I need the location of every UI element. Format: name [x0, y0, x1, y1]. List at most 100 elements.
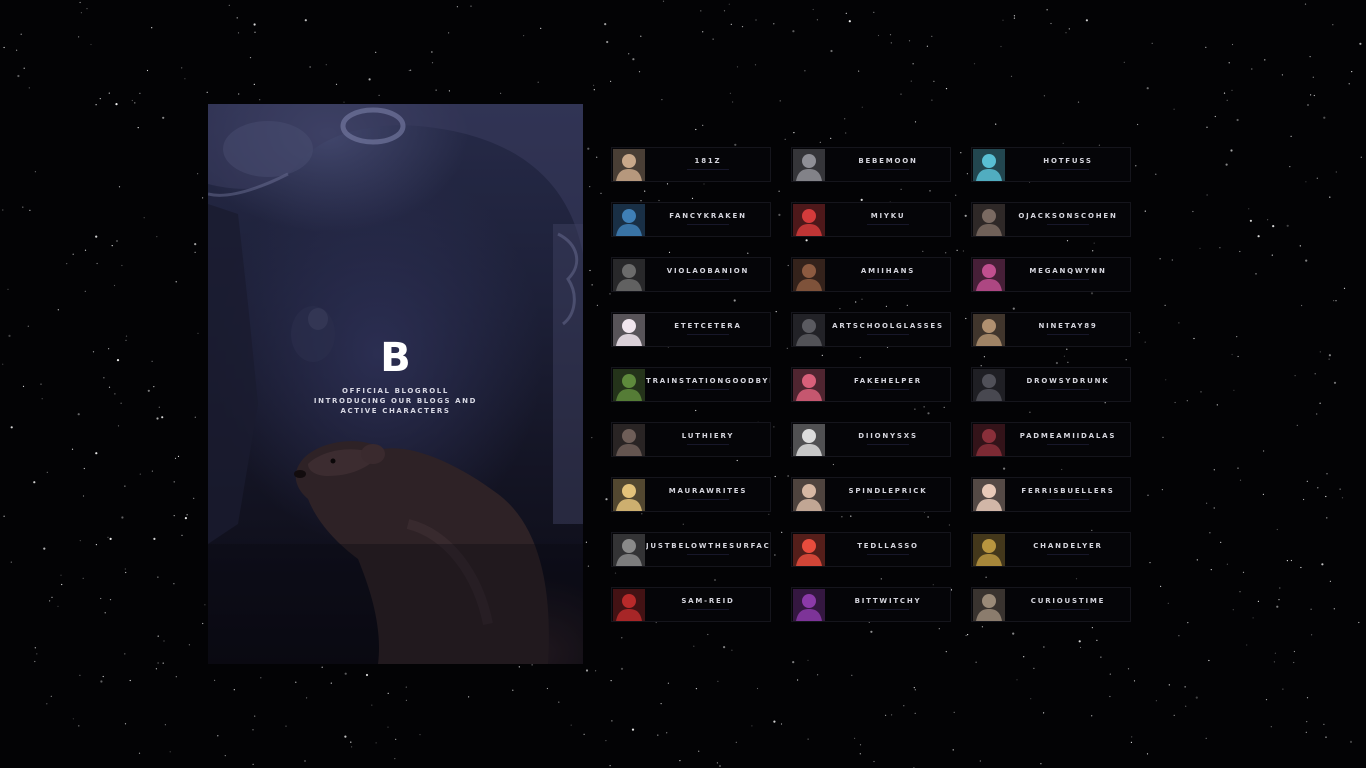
man-portrait-avatar-icon[interactable]: [973, 204, 1005, 236]
man-warm-avatar-icon[interactable]: [793, 259, 825, 291]
blog-card-label: AMIIHANS: [860, 267, 916, 275]
blog-card-fancykraken[interactable]: FANCYKRAKEN: [611, 202, 771, 237]
blog-card-violaobanion[interactable]: VIOLAOBANION: [611, 257, 771, 292]
blog-card-label: DROWSYDRUNK: [1026, 377, 1110, 385]
sepia-woman-avatar-icon[interactable]: [973, 589, 1005, 621]
blog-card-label: CURIOUSTIME: [1030, 597, 1106, 605]
blog-card-underline: [1047, 389, 1089, 390]
blog-card-181z[interactable]: 181Z: [611, 147, 771, 182]
heart-locket-avatar-icon[interactable]: [973, 479, 1005, 511]
sketch-avatar-icon[interactable]: [793, 424, 825, 456]
blog-card-underline: [867, 444, 909, 445]
blog-card-maurawrites[interactable]: MAURAWRITES: [611, 477, 771, 512]
blog-card-sam-reid[interactable]: SAM-REID: [611, 587, 771, 622]
blog-card-diionysxs[interactable]: DIIONYSXS: [791, 422, 951, 457]
blog-card-meganqwynn[interactable]: MEGANQWYNN: [971, 257, 1131, 292]
blog-card-label: NINETAY89: [1038, 322, 1098, 330]
blog-card-underline: [1047, 499, 1089, 500]
blonde-girl-avatar-icon[interactable]: [973, 314, 1005, 346]
blog-card-label: CHANDELYER: [1033, 542, 1103, 550]
blog-card-label: FERRISBUELLERS: [1021, 487, 1115, 495]
blog-card-ninetay89[interactable]: NINETAY89: [971, 312, 1131, 347]
blog-card-hotfuss[interactable]: HOTFUSS: [971, 147, 1131, 182]
blog-card-label: TEDLLASSO: [857, 542, 919, 550]
blog-card-justbelowthesurface[interactable]: JUSTBELOWTHESURFACE: [611, 532, 771, 567]
blog-card-underline: [687, 389, 729, 390]
blog-card-underline: [687, 444, 729, 445]
blog-card-label: FAKEHELPER: [853, 377, 922, 385]
blog-card-label: LUTHIERY: [681, 432, 735, 440]
figurine-avatar-icon[interactable]: [793, 149, 825, 181]
comic-avatar-icon[interactable]: [973, 259, 1005, 291]
blog-card-luthiery[interactable]: LUTHIERY: [611, 422, 771, 457]
green-girl-avatar-icon[interactable]: [613, 369, 645, 401]
woman-red-avatar-icon[interactable]: [613, 589, 645, 621]
blog-card-underline: [687, 499, 729, 500]
blog-card-bittwitchy[interactable]: BITTWITCHY: [791, 587, 951, 622]
blog-card-underline: [867, 279, 909, 280]
blog-card-underline: [1047, 279, 1089, 280]
bw-woman-avatar-icon[interactable]: [973, 369, 1005, 401]
bw-man-avatar-icon[interactable]: [613, 534, 645, 566]
blog-card-underline: [687, 554, 729, 555]
blog-card-label: BITTWITCHY: [854, 597, 922, 605]
man-hat-avatar-icon[interactable]: [613, 204, 645, 236]
blog-card-ojacksonscohen[interactable]: OJACKSONSCOHEN: [971, 202, 1131, 237]
site-logo[interactable]: B: [208, 336, 583, 380]
blog-card-label: HOTFUSS: [1043, 157, 1093, 165]
blog-card-underline: [867, 554, 909, 555]
blogroll-grid: 181Z BEBEMOON HOTFUSS FANCYKRAKEN MIYKU OJACK…: [611, 147, 1131, 622]
blog-card-etetcetera[interactable]: ETETCETERA: [611, 312, 771, 347]
teddy-bear-avatar-icon[interactable]: [613, 149, 645, 181]
blog-card-trainstationgoodbye[interactable]: TRAINSTATIONGOODBYE: [611, 367, 771, 402]
blog-card-padmeamiidalas[interactable]: PADMEAMIIDALAS: [971, 422, 1131, 457]
blog-card-bebemoon[interactable]: BEBEMOON: [791, 147, 951, 182]
gold-pendant-avatar-icon[interactable]: [973, 534, 1005, 566]
hero-subtitle-line-1: OFFICIAL BLOGROLL: [342, 387, 449, 395]
bw-portrait-avatar-icon[interactable]: [613, 259, 645, 291]
blog-card-artschoolglasses[interactable]: ARTSCHOOLGLASSES: [791, 312, 951, 347]
blog-card-tedllasso[interactable]: TEDLLASSO: [791, 532, 951, 567]
blog-card-label: BEBEMOON: [858, 157, 918, 165]
hero-subtitle-line-2: INTRODUCING OUR BLOGS AND: [313, 397, 478, 405]
queen-avatar-icon[interactable]: [973, 424, 1005, 456]
blog-card-underline: [867, 334, 909, 335]
painted-face-avatar-icon[interactable]: [793, 204, 825, 236]
blog-card-chandelyer[interactable]: CHANDELYER: [971, 532, 1131, 567]
blog-card-label: DIIONYSXS: [858, 432, 918, 440]
blog-card-amiihans[interactable]: AMIIHANS: [791, 257, 951, 292]
blog-card-miyku[interactable]: MIYKU: [791, 202, 951, 237]
blog-card-label: OJACKSONSCOHEN: [1018, 212, 1118, 220]
blog-card-ferrisbuellers[interactable]: FERRISBUELLERS: [971, 477, 1131, 512]
reclining-avatar-icon[interactable]: [613, 424, 645, 456]
blog-card-spindleprick[interactable]: SPINDLEPRICK: [791, 477, 951, 512]
blog-card-underline: [867, 224, 909, 225]
blog-card-label: VIOLAOBANION: [666, 267, 750, 275]
hero-subtitle-line-3: ACTIVE CHARACTERS: [340, 407, 451, 415]
blog-card-label: TRAINSTATIONGOODBYE: [646, 377, 770, 385]
hero-panel: B OFFICIAL BLOGROLL INTRODUCING OUR BLOG…: [208, 104, 583, 664]
blog-card-label: PADMEAMIIDALAS: [1019, 432, 1117, 440]
person-blue-avatar-icon[interactable]: [973, 149, 1005, 181]
blog-card-label: FANCYKRAKEN: [669, 212, 747, 220]
blog-card-underline: [1047, 444, 1089, 445]
blog-card-drowsydrunk[interactable]: DROWSYDRUNK: [971, 367, 1131, 402]
blog-card-underline: [867, 169, 909, 170]
blonde-woman-avatar-icon[interactable]: [613, 479, 645, 511]
blog-card-fakehelper[interactable]: FAKEHELPER: [791, 367, 951, 402]
crowd-avatar-icon[interactable]: [793, 314, 825, 346]
blog-card-curioustime[interactable]: CURIOUSTIME: [971, 587, 1131, 622]
pale-face-avatar-icon[interactable]: [793, 479, 825, 511]
blog-card-underline: [867, 389, 909, 390]
blog-card-label: MIYKU: [870, 212, 906, 220]
blog-card-underline: [687, 279, 729, 280]
rainbow-avatar-icon[interactable]: [793, 534, 825, 566]
blog-card-label: ARTSCHOOLGLASSES: [832, 322, 944, 330]
blog-card-label: SAM-REID: [681, 597, 735, 605]
pink-circle-avatar-icon[interactable]: [793, 369, 825, 401]
flowers-avatar-icon[interactable]: [613, 314, 645, 346]
woman-purple-avatar-icon[interactable]: [793, 589, 825, 621]
blog-card-label: ETETCETERA: [674, 322, 742, 330]
blog-card-underline: [1047, 609, 1089, 610]
blog-card-label: SPINDLEPRICK: [848, 487, 928, 495]
